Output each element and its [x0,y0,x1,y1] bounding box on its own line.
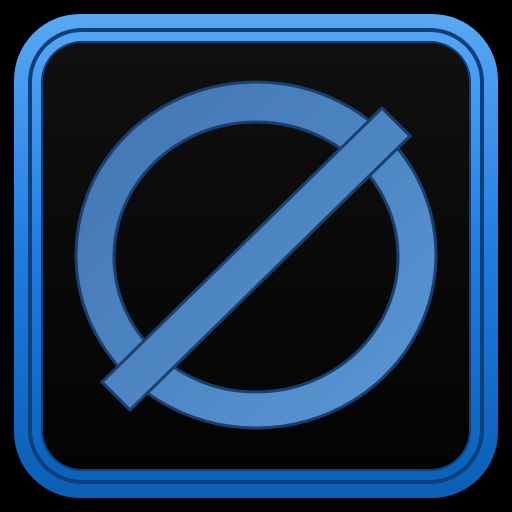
app-icon [0,0,512,512]
app-icon-graphic [14,14,498,498]
